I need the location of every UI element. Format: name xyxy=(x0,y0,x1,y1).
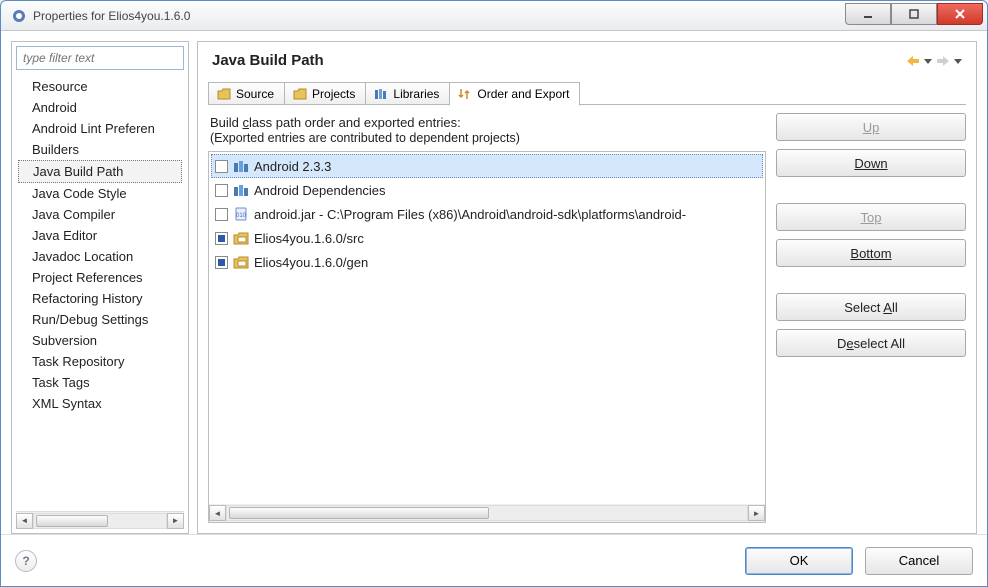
sidebar-item-java-compiler[interactable]: Java Compiler xyxy=(18,204,182,225)
top-button[interactable]: Top xyxy=(776,203,966,231)
forward-icon[interactable] xyxy=(936,55,950,67)
sidebar-item-java-editor[interactable]: Java Editor xyxy=(18,225,182,246)
export-checkbox[interactable] xyxy=(215,208,228,221)
sidebar-item-run-debug-settings[interactable]: Run/Debug Settings xyxy=(18,309,182,330)
svg-text:010: 010 xyxy=(236,213,247,219)
export-checkbox[interactable] xyxy=(215,232,228,245)
tab-libraries[interactable]: Libraries xyxy=(365,82,450,105)
entry-label: Android 2.3.3 xyxy=(254,159,331,174)
scroll-thumb[interactable] xyxy=(36,515,108,527)
page-title: Java Build Path xyxy=(212,52,324,69)
export-checkbox[interactable] xyxy=(215,256,228,269)
app-icon xyxy=(11,8,27,24)
deselect-all-button[interactable]: Deselect All xyxy=(776,329,966,357)
category-sidebar: ResourceAndroidAndroid Lint PreferenBuil… xyxy=(11,41,189,534)
entry-icon xyxy=(233,254,249,270)
entry-label: Elios4you.1.6.0/gen xyxy=(254,255,368,270)
description-text: Build class path order and exported entr… xyxy=(208,111,766,147)
properties-dialog: Properties for Elios4you.1.6.0 ResourceA… xyxy=(0,0,988,587)
sidebar-item-project-references[interactable]: Project References xyxy=(18,267,182,288)
entry-label: Elios4you.1.6.0/src xyxy=(254,231,364,246)
down-button[interactable]: Down xyxy=(776,149,966,177)
scroll-right-icon[interactable]: ► xyxy=(167,513,184,529)
tab-source[interactable]: Source xyxy=(208,82,285,105)
folder-icon xyxy=(293,87,307,101)
maximize-button[interactable] xyxy=(891,3,937,25)
sidebar-item-xml-syntax[interactable]: XML Syntax xyxy=(18,393,182,414)
window-title: Properties for Elios4you.1.6.0 xyxy=(33,9,190,23)
scroll-left-icon[interactable]: ◄ xyxy=(209,505,226,521)
folder-icon xyxy=(217,87,231,101)
help-button[interactable]: ? xyxy=(15,550,37,572)
entry-label: Android Dependencies xyxy=(254,183,386,198)
forward-dropdown-icon[interactable] xyxy=(954,57,962,65)
scroll-thumb[interactable] xyxy=(229,507,489,519)
classpath-entry[interactable]: Android Dependencies xyxy=(211,178,763,202)
dialog-footer: ? OK Cancel xyxy=(1,534,987,586)
ok-button[interactable]: OK xyxy=(745,547,853,575)
classpath-entry[interactable]: Elios4you.1.6.0/src xyxy=(211,226,763,250)
tab-order-and-export[interactable]: Order and Export xyxy=(449,82,580,106)
select-all-button[interactable]: Select All xyxy=(776,293,966,321)
sidebar-item-java-code-style[interactable]: Java Code Style xyxy=(18,183,182,204)
sidebar-item-subversion[interactable]: Subversion xyxy=(18,330,182,351)
export-checkbox[interactable] xyxy=(215,160,228,173)
filter-input[interactable] xyxy=(16,46,184,70)
up-button[interactable]: Up xyxy=(776,113,966,141)
export-checkbox[interactable] xyxy=(215,184,228,197)
close-button[interactable] xyxy=(937,3,983,25)
scroll-right-icon[interactable]: ► xyxy=(748,505,765,521)
tab-projects[interactable]: Projects xyxy=(284,82,366,105)
classpath-entry[interactable]: Elios4you.1.6.0/gen xyxy=(211,250,763,274)
scroll-left-icon[interactable]: ◄ xyxy=(16,513,33,529)
classpath-entry[interactable]: 010 android.jar - C:\Program Files (x86)\… xyxy=(211,202,763,226)
sidebar-item-javadoc-location[interactable]: Javadoc Location xyxy=(18,246,182,267)
sidebar-item-resource[interactable]: Resource xyxy=(18,76,182,97)
order-icon xyxy=(458,87,472,101)
sidebar-item-builders[interactable]: Builders xyxy=(18,139,182,160)
sidebar-item-task-repository[interactable]: Task Repository xyxy=(18,351,182,372)
classpath-entry[interactable]: Android 2.3.3 xyxy=(211,154,763,178)
titlebar: Properties for Elios4you.1.6.0 xyxy=(1,1,987,31)
entry-icon xyxy=(233,230,249,246)
tab-bar: SourceProjectsLibrariesOrder and Export xyxy=(198,77,976,105)
bottom-button[interactable]: Bottom xyxy=(776,239,966,267)
back-dropdown-icon[interactable] xyxy=(924,57,932,65)
sidebar-scrollbar[interactable]: ◄ ► xyxy=(16,511,184,529)
entry-icon xyxy=(233,182,249,198)
cancel-button[interactable]: Cancel xyxy=(865,547,973,575)
sidebar-item-refactoring-history[interactable]: Refactoring History xyxy=(18,288,182,309)
library-icon xyxy=(374,87,388,101)
sidebar-item-java-build-path[interactable]: Java Build Path xyxy=(18,160,182,183)
minimize-button[interactable] xyxy=(845,3,891,25)
entry-icon: 010 xyxy=(233,206,249,222)
main-panel: Java Build Path SourceProjectsLibrariesO… xyxy=(197,41,977,534)
entry-label: android.jar - C:\Program Files (x86)\And… xyxy=(254,207,686,222)
sidebar-item-android[interactable]: Android xyxy=(18,97,182,118)
entry-icon xyxy=(233,158,249,174)
sidebar-item-android-lint-preferen[interactable]: Android Lint Preferen xyxy=(18,118,182,139)
classpath-list[interactable]: Android 2.3.3 Android Dependencies 010 andr… xyxy=(208,151,766,523)
sidebar-item-task-tags[interactable]: Task Tags xyxy=(18,372,182,393)
category-tree[interactable]: ResourceAndroidAndroid Lint PreferenBuil… xyxy=(16,70,184,511)
back-icon[interactable] xyxy=(906,55,920,67)
list-scrollbar[interactable]: ◄ ► xyxy=(209,504,765,522)
